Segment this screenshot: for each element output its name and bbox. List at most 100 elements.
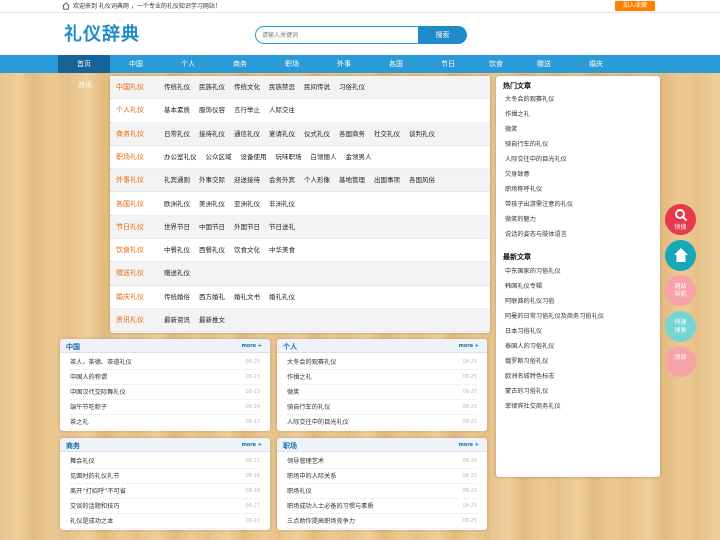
article-link[interactable]: 舞会礼仪 [70,458,95,465]
menu-sub-link[interactable]: 欧洲礼仪 [164,200,190,208]
article-link[interactable]: 礼仪是成功之本 [70,518,113,525]
article-link[interactable]: 职场成功人士必备的习惯与素质 [287,503,374,510]
menu-category-link[interactable]: 中国礼仪 [116,76,144,99]
menu-sub-link[interactable]: 外国节日 [234,223,260,231]
menu-sub-link[interactable]: 设备使用 [241,153,267,161]
menu-category-link[interactable]: 个人礼仪 [116,99,144,122]
menu-sub-link[interactable]: 各国商务 [339,130,365,138]
menu-sub-link[interactable]: 西餐礼仪 [199,246,225,254]
search-input[interactable] [255,26,419,44]
sidebar-article-link[interactable]: 蒙古的习俗礼仪 [505,384,655,399]
menu-sub-link[interactable]: 西方婚礼 [199,293,225,301]
box-title[interactable]: 个人 [283,342,297,352]
sidebar-article-link[interactable]: 骑自行车的礼仪 [505,137,655,152]
sidebar-article-link[interactable]: 职场称呼礼仪 [505,182,655,197]
menu-sub-link[interactable]: 基地管理 [339,176,365,184]
site-nav-float-button[interactable]: 网站导航 [665,275,696,306]
article-link[interactable]: 作揖之礼 [287,374,312,381]
sidebar-article-link[interactable]: 微笑 [505,122,655,137]
menu-sub-link[interactable]: 外事交际 [199,176,225,184]
menu-sub-link[interactable]: 中国节日 [199,223,225,231]
article-link[interactable]: 交谈的话题和技巧 [70,503,120,510]
nav-item[interactable]: 婚庆 [570,55,622,73]
menu-sub-link[interactable]: 传统礼仪 [164,83,190,91]
more-link[interactable]: more + [459,442,479,448]
menu-sub-link[interactable]: 办公室礼仪 [164,153,197,161]
menu-category-link[interactable]: 赠送礼仪 [116,262,144,285]
menu-category-link[interactable]: 节日礼仪 [116,216,144,239]
menu-sub-link[interactable]: 节日送礼 [269,223,295,231]
nav-item[interactable]: 商务 [214,55,266,73]
menu-sub-link[interactable]: 民间传说 [304,83,330,91]
menu-sub-link[interactable]: 各国风俗 [409,176,435,184]
menu-sub-link[interactable]: 谈判礼仪 [409,130,435,138]
menu-category-link[interactable]: 婚庆礼仪 [116,286,144,309]
back-to-top-float-button[interactable]: 顶部 [665,346,696,377]
menu-category-link[interactable]: 外事礼仪 [116,169,144,192]
menu-sub-link[interactable]: 最新资讯 [164,316,190,324]
menu-sub-link[interactable]: 婚礼礼仪 [269,293,295,301]
sidebar-article-link[interactable]: 带孩子出游需注意的礼仪 [505,197,655,212]
article-link[interactable]: 茶人，茶德、茶道礼仪 [70,359,132,366]
menu-sub-link[interactable]: 传统婚俗 [164,293,190,301]
box-title[interactable]: 中国 [66,342,80,352]
menu-sub-link[interactable]: 基本素质 [164,106,190,114]
nav-item[interactable]: 个人 [162,55,214,73]
article-link[interactable]: 领导管理艺术 [287,458,324,465]
menu-sub-link[interactable]: 习俗礼仪 [339,83,365,91]
sidebar-article-link[interactable]: 微笑的魅力 [505,212,655,227]
more-link[interactable]: more + [242,343,262,349]
site-logo[interactable]: 礼仪辞典 [64,20,140,46]
search-button[interactable]: 搜索 [418,26,467,44]
article-link[interactable]: 离开“打招呼”不可省 [70,488,126,495]
article-link[interactable]: 中国人的称谓 [70,374,107,381]
article-link[interactable]: 骑自行车的礼仪 [287,404,330,411]
nav-item[interactable]: 各国 [370,55,422,73]
article-link[interactable]: 大冬会的观赛礼仪 [287,359,337,366]
menu-sub-link[interactable]: 中华美食 [269,246,295,254]
menu-sub-link[interactable]: 仪式礼仪 [304,130,330,138]
nav-item[interactable]: 中国 [110,55,162,73]
article-link[interactable]: 见面时的礼仪礼节 [70,473,120,480]
quick-search-float-button[interactable]: 快搜 [665,204,696,235]
menu-sub-link[interactable]: 公众区域 [206,153,232,161]
quick-search-text-float-button[interactable]: 快速搜索 [665,311,696,342]
article-link[interactable]: 三点助你提高职场竞争力 [287,518,355,525]
menu-category-link[interactable]: 资讯礼仪 [116,309,144,332]
article-link[interactable]: 微笑 [287,389,299,396]
news-label[interactable]: 资讯 [78,80,92,90]
menu-category-link[interactable]: 各国礼仪 [116,193,144,216]
box-title[interactable]: 职场 [283,441,297,451]
menu-sub-link[interactable]: 赠送礼仪 [164,269,190,277]
sidebar-article-link[interactable]: 中东国家的习俗礼仪 [505,264,655,279]
sidebar-article-link[interactable]: 阿联酋的礼仪习俗 [505,294,655,309]
sidebar-article-link[interactable]: 泰国人的习俗礼仪 [505,339,655,354]
menu-sub-link[interactable]: 白领丽人 [311,153,337,161]
sidebar-article-link[interactable]: 阿曼的日常习俗礼仪及商务习俗礼仪 [505,309,655,324]
sidebar-article-link[interactable]: 作揖之礼 [505,107,655,122]
article-link[interactable]: 职场礼仪 [287,488,312,495]
article-link[interactable]: 职场中的人际关系 [287,473,337,480]
menu-sub-link[interactable]: 金领男人 [346,153,372,161]
menu-sub-link[interactable]: 传统文化 [234,83,260,91]
menu-sub-link[interactable]: 民族禁忌 [269,83,295,91]
sidebar-article-link[interactable]: 日本习俗礼仪 [505,324,655,339]
menu-sub-link[interactable]: 迎送接待 [234,176,260,184]
sidebar-article-link[interactable]: 说话的姿态与肢体语言 [505,227,655,242]
more-link[interactable]: more + [242,442,262,448]
menu-sub-link[interactable]: 服饰仪容 [199,106,225,114]
nav-item[interactable]: 饮食 [470,55,522,73]
menu-sub-link[interactable]: 言行举止 [234,106,260,114]
article-link[interactable]: 茶之礼 [70,419,89,426]
menu-sub-link[interactable]: 社交礼仪 [374,130,400,138]
sidebar-article-link[interactable]: 菲律宾社交商务礼仪 [505,399,655,414]
menu-sub-link[interactable]: 世界节日 [164,223,190,231]
sidebar-article-link[interactable]: 俄罗斯习俗礼仪 [505,354,655,369]
nav-item[interactable]: 赠送 [518,55,570,73]
article-link[interactable]: 人际交往中的目光礼仪 [287,419,349,426]
sidebar-article-link[interactable]: 欧洲名城特色标志 [505,369,655,384]
menu-category-link[interactable]: 职场礼仪 [116,146,144,169]
menu-sub-link[interactable]: 通信礼仪 [234,130,260,138]
menu-category-link[interactable]: 饮食礼仪 [116,239,144,262]
menu-sub-link[interactable]: 接待礼仪 [199,130,225,138]
